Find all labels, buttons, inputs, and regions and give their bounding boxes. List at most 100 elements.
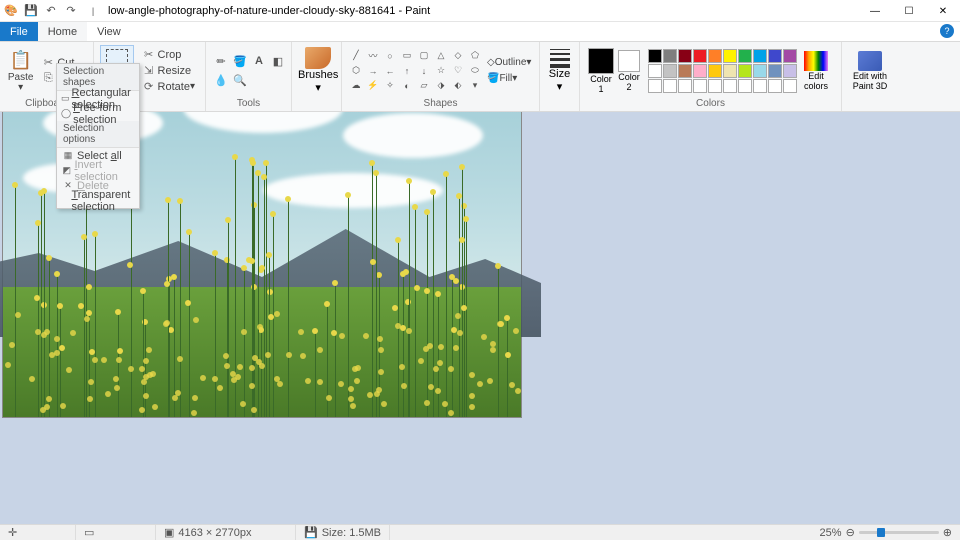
group-tools: ✏ 🪣 A ◧ 💧 🔍 Tools	[206, 42, 292, 111]
tab-file[interactable]: File	[0, 22, 38, 41]
resize-button[interactable]: ⇲Resize	[138, 63, 199, 79]
paint3d-button[interactable]: Edit with Paint 3D	[848, 45, 892, 97]
zoom-slider[interactable]	[859, 531, 939, 534]
palette-swatch[interactable]	[768, 49, 782, 63]
size-label: Size	[549, 68, 570, 80]
brush-icon	[305, 47, 331, 69]
shape-outline-button[interactable]: ◇ Outline ▾	[487, 55, 531, 71]
shape-fill-button[interactable]: 🪣 Fill ▾	[487, 71, 531, 87]
paint-app-icon: 🎨	[2, 2, 20, 20]
text-tool[interactable]: A	[250, 52, 268, 70]
palette-swatch[interactable]	[693, 49, 707, 63]
palette-swatch[interactable]	[678, 64, 692, 78]
file-size: 💾Size: 1.5MB	[296, 525, 390, 540]
help-icon[interactable]: ?	[940, 24, 954, 38]
minimize-button[interactable]: —	[858, 0, 892, 22]
resize-icon: ⇲	[142, 64, 156, 77]
palette-swatch[interactable]	[693, 79, 707, 93]
palette-swatch[interactable]	[753, 49, 767, 63]
color1-label: Color 1	[590, 74, 612, 94]
palette-swatch[interactable]	[678, 49, 692, 63]
picker-tool[interactable]: 💧	[212, 71, 230, 89]
redo-icon[interactable]: ↷	[62, 2, 80, 20]
tools-grid: ✏ 🪣 A ◧ 💧 🔍	[212, 52, 287, 89]
selectall-icon: ▦	[61, 150, 75, 161]
dimensions-icon: ▣	[164, 526, 174, 539]
color1-button[interactable]: Color 1	[588, 48, 614, 94]
palette-swatch[interactable]	[753, 64, 767, 78]
palette-swatch[interactable]	[693, 64, 707, 78]
magnifier-tool[interactable]: 🔍	[231, 71, 249, 89]
paint3d-group-label	[842, 97, 898, 111]
undo-icon[interactable]: ↶	[42, 2, 60, 20]
dd-transparent-label: Transparent selection	[71, 189, 135, 213]
paste-button[interactable]: 📋 Paste ▾	[6, 45, 35, 97]
paste-label: Paste	[8, 73, 34, 83]
palette-swatch[interactable]	[738, 64, 752, 78]
palette-swatch[interactable]	[723, 49, 737, 63]
palette-swatch[interactable]	[723, 79, 737, 93]
fill-tool[interactable]: 🪣	[231, 52, 249, 70]
palette-swatch[interactable]	[768, 79, 782, 93]
crop-button[interactable]: ✂Crop	[138, 47, 199, 63]
palette-swatch[interactable]	[768, 64, 782, 78]
palette-swatch[interactable]	[723, 64, 737, 78]
size-dropdown-arrow: ▾	[557, 80, 563, 93]
tab-view[interactable]: View	[87, 22, 131, 41]
resize-label: Resize	[158, 65, 192, 77]
free-select-icon: ◯	[61, 108, 71, 119]
close-button[interactable]: ✕	[926, 0, 960, 22]
color-palette[interactable]	[648, 49, 797, 93]
size-group-label	[540, 97, 579, 111]
brushes-dropdown-arrow: ▾	[315, 81, 321, 94]
rotate-button[interactable]: ⟳Rotate ▾	[138, 79, 199, 95]
palette-swatch[interactable]	[738, 79, 752, 93]
size-button[interactable]: Size ▾	[546, 45, 573, 97]
zoom-in-button[interactable]: ⊕	[943, 526, 952, 539]
palette-swatch[interactable]	[663, 49, 677, 63]
ribbon: 📋 Paste ▾ ✂Cut ⎘Copy Clipboard Select ▾ …	[0, 42, 960, 112]
dd-invert-selection: ◩Invert selection	[57, 163, 139, 178]
group-paint3d: Edit with Paint 3D	[842, 42, 898, 111]
paint3d-icon	[858, 51, 882, 71]
eraser-tool[interactable]: ◧	[269, 52, 287, 70]
palette-swatch[interactable]	[708, 79, 722, 93]
palette-swatch[interactable]	[783, 79, 797, 93]
palette-swatch[interactable]	[783, 49, 797, 63]
brushes-button[interactable]: Brushes ▾	[298, 45, 338, 97]
tools-group-label: Tools	[206, 97, 291, 111]
size-icon	[550, 49, 570, 68]
cursor-position: ✛	[0, 525, 76, 540]
outline-label: Outline	[495, 55, 527, 71]
zoom-out-button[interactable]: ⊖	[846, 526, 855, 539]
tab-home[interactable]: Home	[38, 22, 87, 41]
palette-swatch[interactable]	[663, 79, 677, 93]
dd-transparent-selection[interactable]: Transparent selection	[57, 193, 139, 208]
save-icon[interactable]: 💾	[22, 2, 40, 20]
palette-swatch[interactable]	[648, 64, 662, 78]
palette-swatch[interactable]	[648, 79, 662, 93]
palette-swatch[interactable]	[663, 64, 677, 78]
window-title: low-angle-photography-of-nature-under-cl…	[108, 5, 430, 17]
palette-swatch[interactable]	[708, 49, 722, 63]
maximize-button[interactable]: ☐	[892, 0, 926, 22]
palette-swatch[interactable]	[648, 49, 662, 63]
palette-swatch[interactable]	[753, 79, 767, 93]
palette-swatch[interactable]	[708, 64, 722, 78]
palette-swatch[interactable]	[678, 79, 692, 93]
edit-colors-label: Edit colors	[804, 71, 828, 91]
canvas-workspace[interactable]	[0, 112, 960, 524]
shapes-gallery[interactable]: ╱〰○▭▢△◇⬠ ⬡→←↑↓☆♡⬭ ☁⚡✧◐▱⬗⬖▾	[348, 49, 483, 93]
rotate-label: Rotate	[158, 81, 190, 93]
pencil-tool[interactable]: ✏	[212, 52, 230, 70]
group-brushes: Brushes ▾	[292, 42, 342, 111]
window-controls: — ☐ ✕	[858, 0, 960, 22]
zoom-slider-thumb[interactable]	[877, 528, 885, 537]
color2-button[interactable]: Color 2	[618, 50, 640, 92]
palette-swatch[interactable]	[783, 64, 797, 78]
edit-colors-button[interactable]: Edit colors	[797, 45, 835, 97]
crop-icon: ✂	[142, 48, 156, 61]
dd-freeform-selection[interactable]: ◯Free-form selection	[57, 106, 139, 121]
palette-swatch[interactable]	[738, 49, 752, 63]
color2-swatch	[618, 50, 640, 72]
